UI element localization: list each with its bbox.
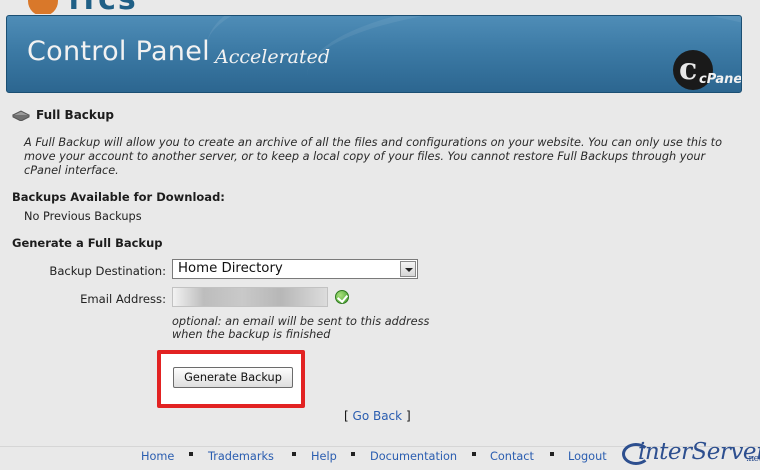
go-back-link-group: [ Go Back ]: [344, 409, 411, 423]
email-label: Email Address:: [80, 292, 166, 306]
footer-separator: [292, 452, 296, 456]
cpanel-logo-glyph: c: [679, 52, 698, 87]
available-backups-heading: Backups Available for Download:: [12, 190, 225, 204]
page-title-text: Full Backup: [36, 108, 115, 122]
generate-backup-button[interactable]: Generate Backup: [173, 367, 293, 388]
available-backups-value: No Previous Backups: [24, 210, 142, 223]
generate-backup-heading: Generate a Full Backup: [12, 236, 163, 250]
footer-separator: [472, 452, 476, 456]
footer-link-home[interactable]: Home: [141, 450, 174, 463]
page-title: Full Backup: [11, 108, 115, 122]
destination-label: Backup Destination:: [49, 264, 166, 278]
cpanel-logo: c cPanel: [671, 50, 741, 90]
go-back-bracket-close: ]: [405, 409, 411, 423]
email-field[interactable]: [172, 287, 328, 307]
interserver-logo: interServer .net: [622, 439, 760, 470]
footer-separator: [189, 452, 193, 456]
footer-link-documentation[interactable]: Documentation: [370, 450, 457, 463]
cpanel-logo-text: cPanel: [699, 72, 742, 87]
footer-link-trademarks[interactable]: Trademarks: [208, 450, 274, 463]
interserver-logo-suffix: .net: [746, 454, 760, 464]
banner-title: Control Panel: [27, 36, 210, 67]
go-back-link[interactable]: Go Back: [353, 409, 403, 423]
interserver-logo-text: interServer: [638, 439, 760, 465]
logo-orb-icon: [28, 0, 58, 14]
footer-nav: Home Trademarks Help Documentation Conta…: [0, 449, 620, 465]
backup-drive-icon: [11, 109, 31, 122]
host-logo-text: ffcs: [68, 0, 138, 14]
banner-subtitle: Accelerated: [215, 46, 331, 68]
top-logo-strip: ffcs: [0, 0, 760, 14]
backup-destination-select[interactable]: Home Directory: [172, 259, 418, 279]
chevron-down-icon[interactable]: [400, 261, 416, 277]
cpanel-banner: Control Panel Accelerated c cPanel: [6, 15, 742, 93]
go-back-bracket-open: [: [344, 409, 349, 423]
footer-separator: [351, 452, 355, 456]
footer-link-logout[interactable]: Logout: [568, 450, 607, 463]
page-description: A Full Backup will allow you to create a…: [24, 136, 723, 177]
footer-link-contact[interactable]: Contact: [490, 450, 534, 463]
backup-destination-value: Home Directory: [178, 261, 283, 276]
footer-link-help[interactable]: Help: [311, 450, 337, 463]
host-logo: ffcs: [28, 0, 138, 14]
valid-check-icon: [335, 290, 349, 304]
footer-separator: [550, 452, 554, 456]
email-hint: optional: an email will be sent to this …: [172, 315, 430, 341]
